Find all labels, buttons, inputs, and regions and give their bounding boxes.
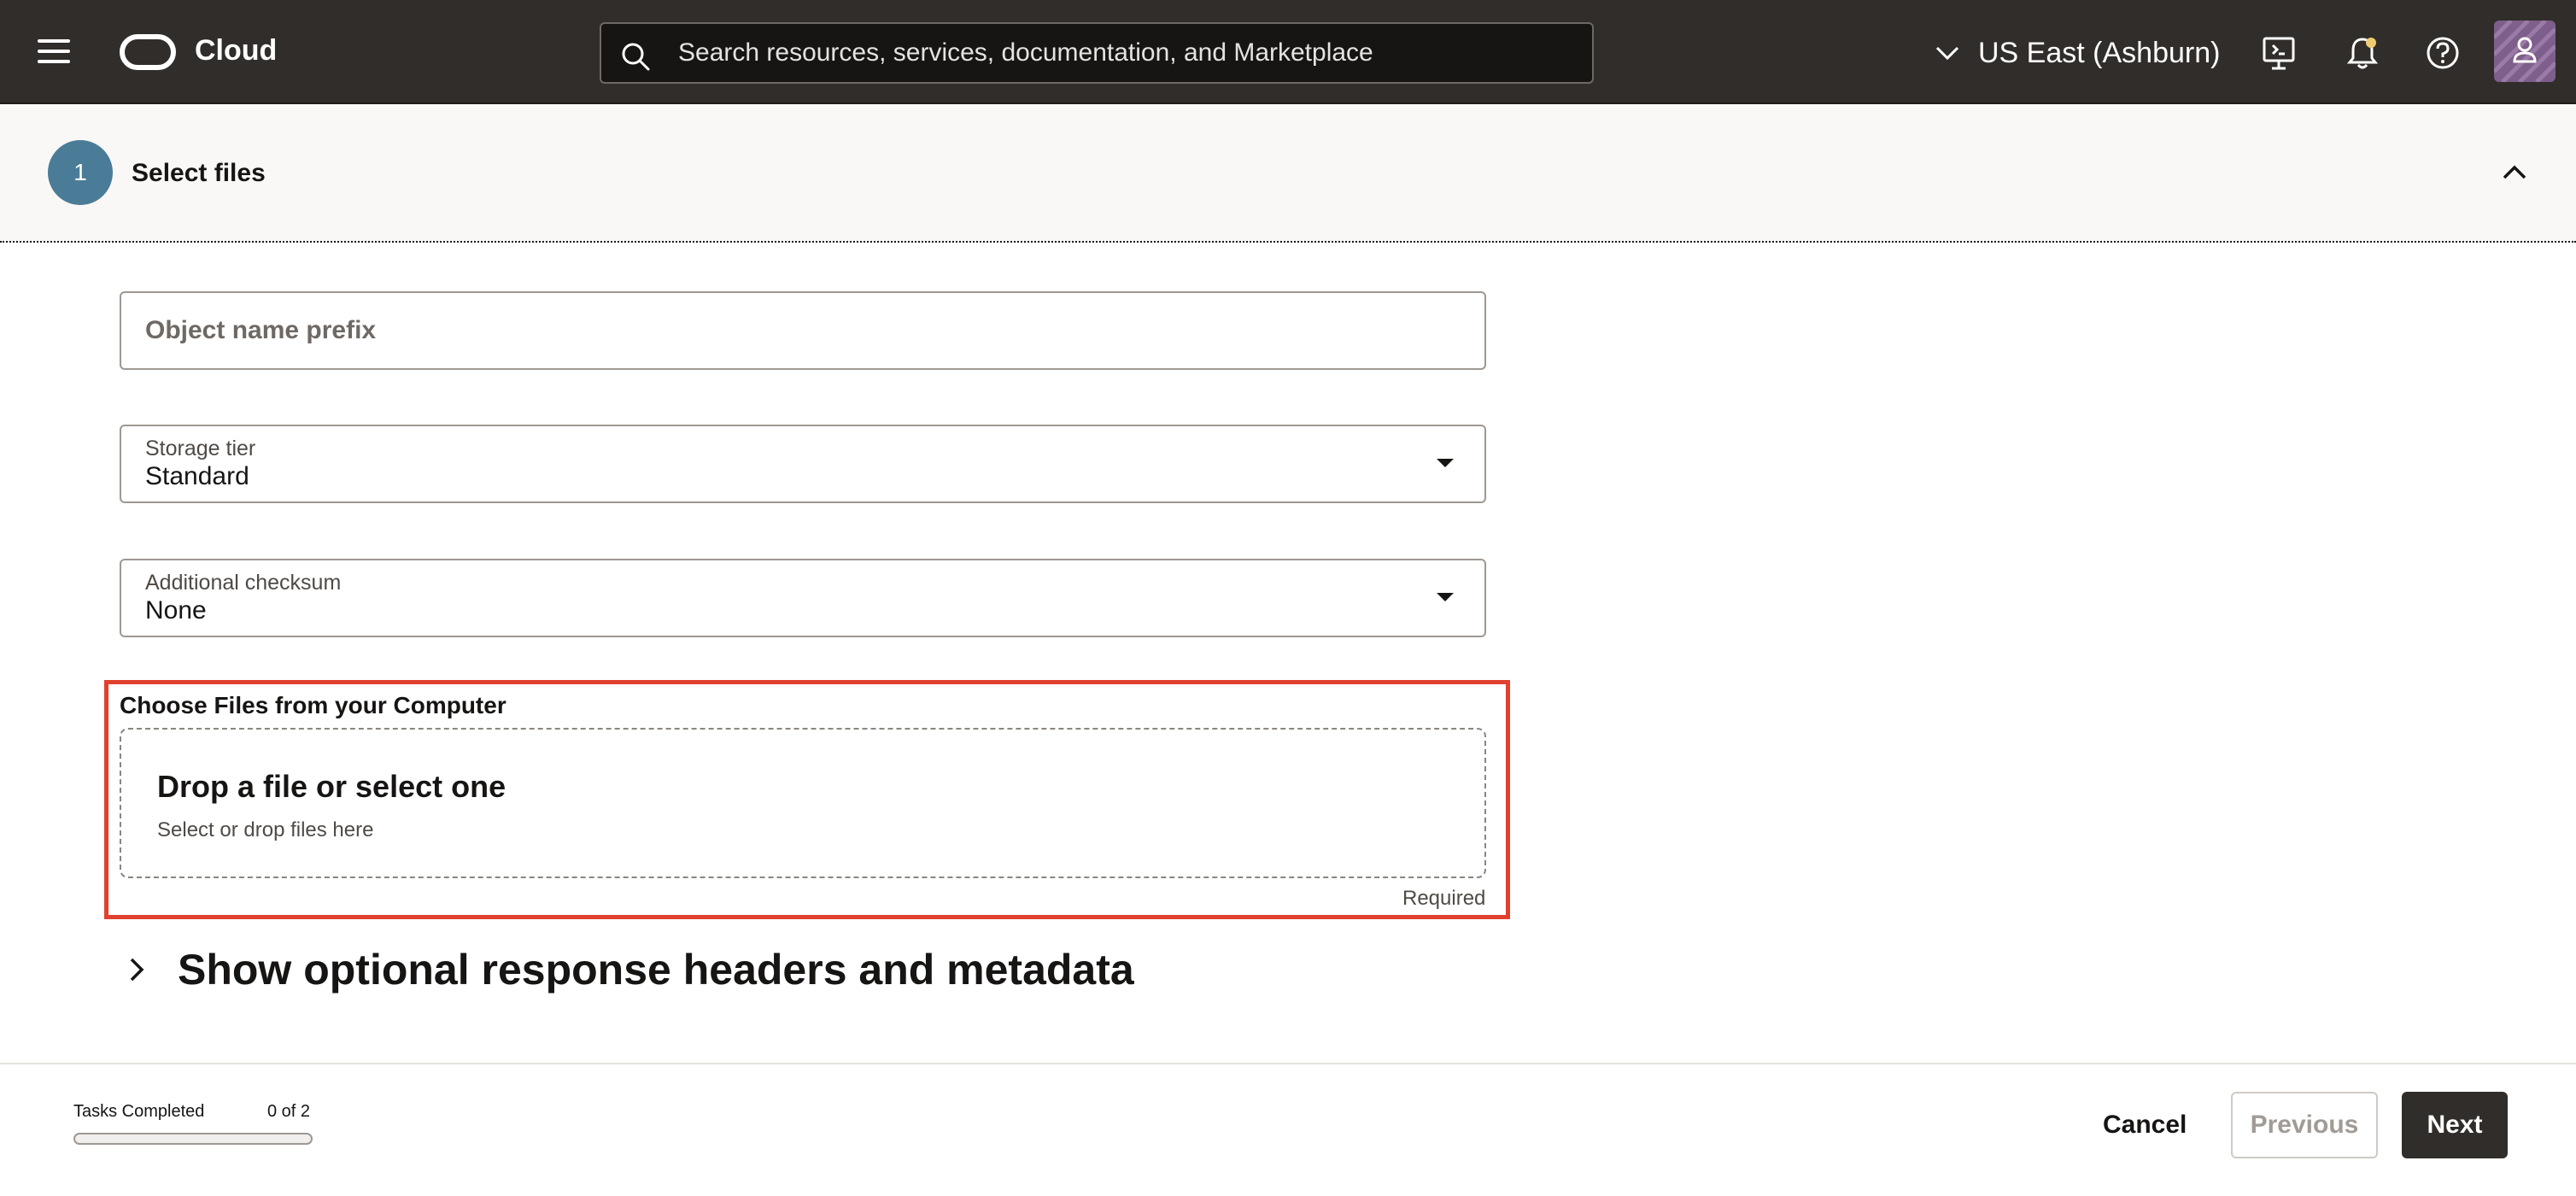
storage-tier-select[interactable]: Storage tier Standard: [120, 425, 1486, 503]
wizard-footer: Tasks Completed 0 of 2 Cancel Previous N…: [0, 1063, 2576, 1196]
required-hint: Required: [1402, 887, 1486, 910]
dropdown-caret-icon: [1437, 459, 1454, 467]
brand-name: Cloud: [195, 34, 278, 67]
region-label: US East (Ashburn): [1978, 36, 2221, 69]
tasks-progress-bar: [73, 1133, 313, 1145]
upload-label: Choose Files from your Computer: [120, 692, 506, 718]
optional-headers-toggle[interactable]: Show optional response headers and metad…: [120, 940, 1134, 1000]
menu-icon[interactable]: [38, 39, 70, 65]
chevron-up-icon[interactable]: [2497, 155, 2532, 190]
tasks-completed-count: 0 of 2: [267, 1102, 311, 1121]
tasks-completed-label: Tasks Completed: [73, 1102, 205, 1121]
previous-button[interactable]: Previous: [2231, 1092, 2378, 1158]
section-title: Select files: [132, 159, 266, 187]
cancel-button[interactable]: Cancel: [2077, 1092, 2212, 1158]
drop-zone-subtitle: Select or drop files here: [157, 818, 374, 841]
file-drop-zone[interactable]: Drop a file or select one Select or drop…: [120, 728, 1486, 878]
additional-checksum-label: Additional checksum: [145, 571, 342, 595]
help-icon[interactable]: [2424, 34, 2462, 72]
object-name-prefix-field[interactable]: [120, 291, 1486, 370]
additional-checksum-select[interactable]: Additional checksum None: [120, 559, 1486, 637]
chevron-right-icon: [130, 958, 144, 982]
oracle-logo[interactable]: [120, 34, 176, 70]
top-navigation-bar: Cloud US East (Ashburn): [0, 0, 2576, 104]
search-icon: [622, 43, 650, 71]
user-icon: [2494, 21, 2556, 82]
drop-zone-title: Drop a file or select one: [157, 769, 506, 804]
cloud-shell-icon[interactable]: [2260, 34, 2298, 72]
profile-avatar[interactable]: [2494, 21, 2556, 82]
storage-tier-value: Standard: [145, 462, 249, 490]
storage-tier-label: Storage tier: [145, 437, 256, 460]
region-selector[interactable]: US East (Ashburn): [1932, 31, 2220, 75]
step-number-badge: 1: [48, 140, 113, 205]
search-box[interactable]: [600, 22, 1594, 84]
notifications-icon[interactable]: [2344, 34, 2381, 72]
dropdown-caret-icon: [1437, 593, 1454, 601]
search-input[interactable]: [678, 24, 1584, 82]
additional-checksum-value: None: [145, 596, 207, 624]
object-name-prefix-input[interactable]: [145, 293, 1461, 368]
optional-headers-title: Show optional response headers and metad…: [178, 946, 1134, 994]
section-header[interactable]: 1 Select files: [0, 106, 2576, 243]
chevron-down-icon: [1935, 46, 1959, 61]
next-button[interactable]: Next: [2402, 1092, 2508, 1158]
